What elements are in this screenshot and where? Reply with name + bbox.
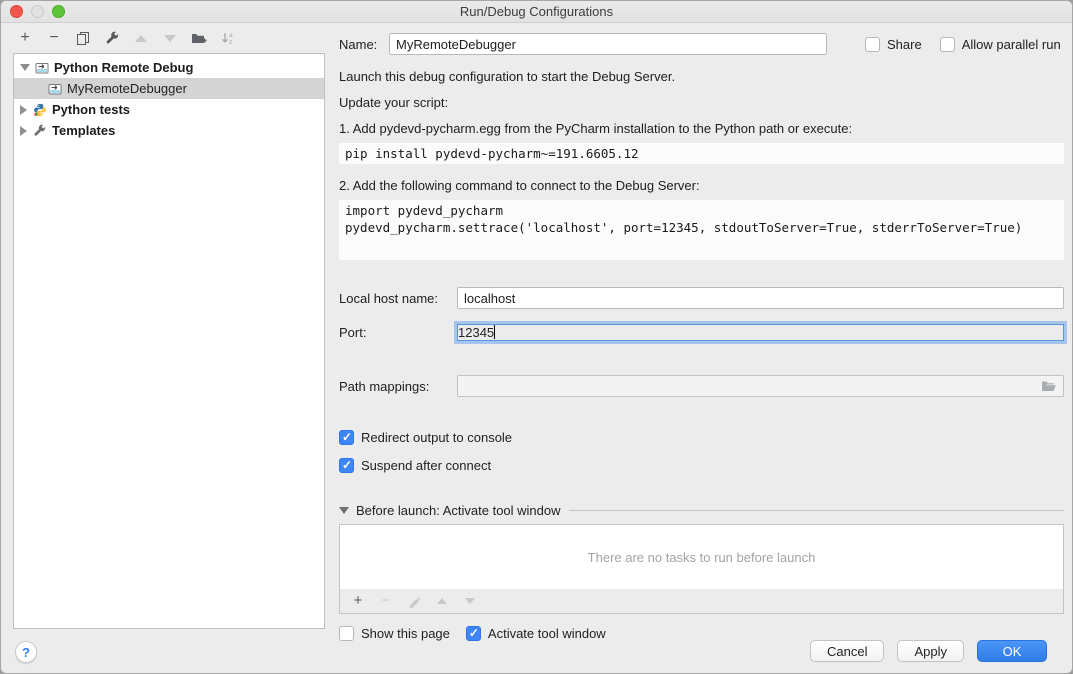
allow-parallel-run-checkbox[interactable] — [940, 37, 955, 52]
copy-configuration-icon[interactable] — [75, 30, 91, 46]
close-window-button[interactable] — [10, 5, 23, 18]
tree-item-label: MyRemoteDebugger — [67, 81, 187, 96]
redirect-output-label: Redirect output to console — [361, 430, 512, 445]
text-caret — [494, 325, 495, 339]
suspend-after-connect-row[interactable]: Suspend after connect — [339, 458, 1064, 473]
tree-item-templates[interactable]: Templates — [14, 120, 324, 141]
settrace-code-line-2: pydevd_pycharm.settrace('localhost', por… — [345, 219, 1058, 236]
svg-text:z: z — [229, 39, 232, 46]
before-launch-label: Before launch: Activate tool window — [356, 503, 561, 518]
cancel-button[interactable]: Cancel — [810, 640, 884, 662]
configuration-editor: Name: Share Allow parallel run Launch th… — [325, 23, 1072, 674]
tree-item-label: Templates — [52, 123, 115, 138]
before-launch-task-list: There are no tasks to run before launch … — [339, 524, 1064, 614]
pip-install-code: pip install pydevd-pycharm~=191.6605.12 — [339, 143, 1064, 164]
tree-item-label: Python tests — [52, 102, 130, 117]
settrace-code-line-1: import pydevd_pycharm — [345, 202, 1058, 219]
redirect-output-row[interactable]: Redirect output to console — [339, 430, 1064, 445]
no-tasks-message: There are no tasks to run before launch — [340, 525, 1063, 589]
suspend-after-connect-checkbox[interactable] — [339, 458, 354, 473]
show-this-page-label: Show this page — [361, 626, 450, 641]
local-host-name-label: Local host name: — [339, 291, 457, 306]
configurations-toolbar: + − az — [1, 23, 325, 53]
run-config-icon — [48, 82, 62, 96]
share-checkbox-row[interactable]: Share — [865, 37, 922, 52]
move-task-down-icon[interactable] — [462, 593, 478, 609]
python-icon — [33, 103, 47, 117]
tree-item-label: Python Remote Debug — [54, 60, 193, 75]
activate-tool-window-label: Activate tool window — [488, 626, 606, 641]
port-input[interactable]: 12345 — [457, 324, 1064, 341]
port-label: Port: — [339, 325, 457, 340]
share-label: Share — [887, 37, 922, 52]
expand-icon[interactable] — [20, 105, 27, 115]
tree-item-python-remote-debug[interactable]: Python Remote Debug — [14, 57, 324, 78]
ok-button[interactable]: OK — [977, 640, 1047, 662]
move-down-icon[interactable] — [162, 30, 178, 46]
remove-task-button[interactable]: − — [378, 593, 394, 609]
configurations-panel: + − az — [1, 23, 325, 674]
share-checkbox[interactable] — [865, 37, 880, 52]
move-up-icon[interactable] — [133, 30, 149, 46]
window-title: Run/Debug Configurations — [460, 4, 613, 19]
remove-configuration-button[interactable]: − — [46, 30, 62, 46]
instructions: Launch this debug configuration to start… — [339, 68, 1064, 138]
activate-tool-window-checkbox[interactable] — [466, 626, 481, 641]
show-this-page-row[interactable]: Show this page — [339, 626, 450, 641]
svg-text:a: a — [229, 32, 233, 39]
activate-tool-window-row[interactable]: Activate tool window — [466, 626, 606, 641]
redirect-output-checkbox[interactable] — [339, 430, 354, 445]
help-button[interactable]: ? — [15, 641, 37, 663]
run-debug-configurations-dialog: Run/Debug Configurations + − az — [0, 0, 1073, 674]
path-mappings-input[interactable] — [457, 375, 1064, 397]
wrench-icon — [33, 124, 47, 138]
name-input[interactable] — [389, 33, 827, 55]
edit-defaults-wrench-icon[interactable] — [104, 30, 120, 46]
tree-item-python-tests[interactable]: Python tests — [14, 99, 324, 120]
task-list-toolbar: + − — [340, 589, 1063, 613]
before-launch-section-header[interactable]: Before launch: Activate tool window — [339, 503, 1064, 518]
traffic-lights — [10, 5, 65, 18]
add-configuration-button[interactable]: + — [17, 30, 33, 46]
new-folder-icon[interactable] — [191, 30, 207, 46]
titlebar: Run/Debug Configurations — [1, 1, 1072, 23]
local-host-name-input[interactable] — [457, 287, 1064, 309]
allow-parallel-run-checkbox-row[interactable]: Allow parallel run — [940, 37, 1061, 52]
step-1-text: 1. Add pydevd-pycharm.egg from the PyCha… — [339, 120, 1064, 138]
add-task-button[interactable]: + — [350, 593, 366, 609]
edit-task-pencil-icon[interactable] — [406, 593, 422, 609]
port-value: 12345 — [458, 325, 494, 340]
sort-alphabetically-icon[interactable]: az — [220, 30, 236, 46]
configurations-tree: Python Remote Debug MyRemoteDebugger Pyt… — [13, 53, 325, 629]
allow-parallel-run-label: Allow parallel run — [962, 37, 1061, 52]
run-config-icon — [35, 61, 49, 75]
browse-folder-icon[interactable] — [1041, 380, 1057, 393]
suspend-after-connect-label: Suspend after connect — [361, 458, 491, 473]
collapse-section-icon[interactable] — [339, 507, 349, 514]
path-mappings-label: Path mappings: — [339, 379, 457, 394]
settrace-code: import pydevd_pycharm pydevd_pycharm.set… — [339, 200, 1064, 260]
minimize-window-button[interactable] — [31, 5, 44, 18]
step-2-text: 2. Add the following command to connect … — [339, 177, 1064, 195]
tree-item-myremotedebugger[interactable]: MyRemoteDebugger — [14, 78, 324, 99]
move-task-up-icon[interactable] — [434, 593, 450, 609]
expand-icon[interactable] — [20, 126, 27, 136]
description-line-1: Launch this debug configuration to start… — [339, 68, 1064, 86]
section-divider — [569, 510, 1064, 511]
zoom-window-button[interactable] — [52, 5, 65, 18]
name-label: Name: — [339, 37, 389, 52]
show-this-page-checkbox[interactable] — [339, 626, 354, 641]
description-line-2: Update your script: — [339, 94, 1064, 112]
dialog-buttons: Cancel Apply OK — [810, 640, 1047, 662]
collapse-icon[interactable] — [20, 64, 30, 71]
apply-button[interactable]: Apply — [897, 640, 964, 662]
